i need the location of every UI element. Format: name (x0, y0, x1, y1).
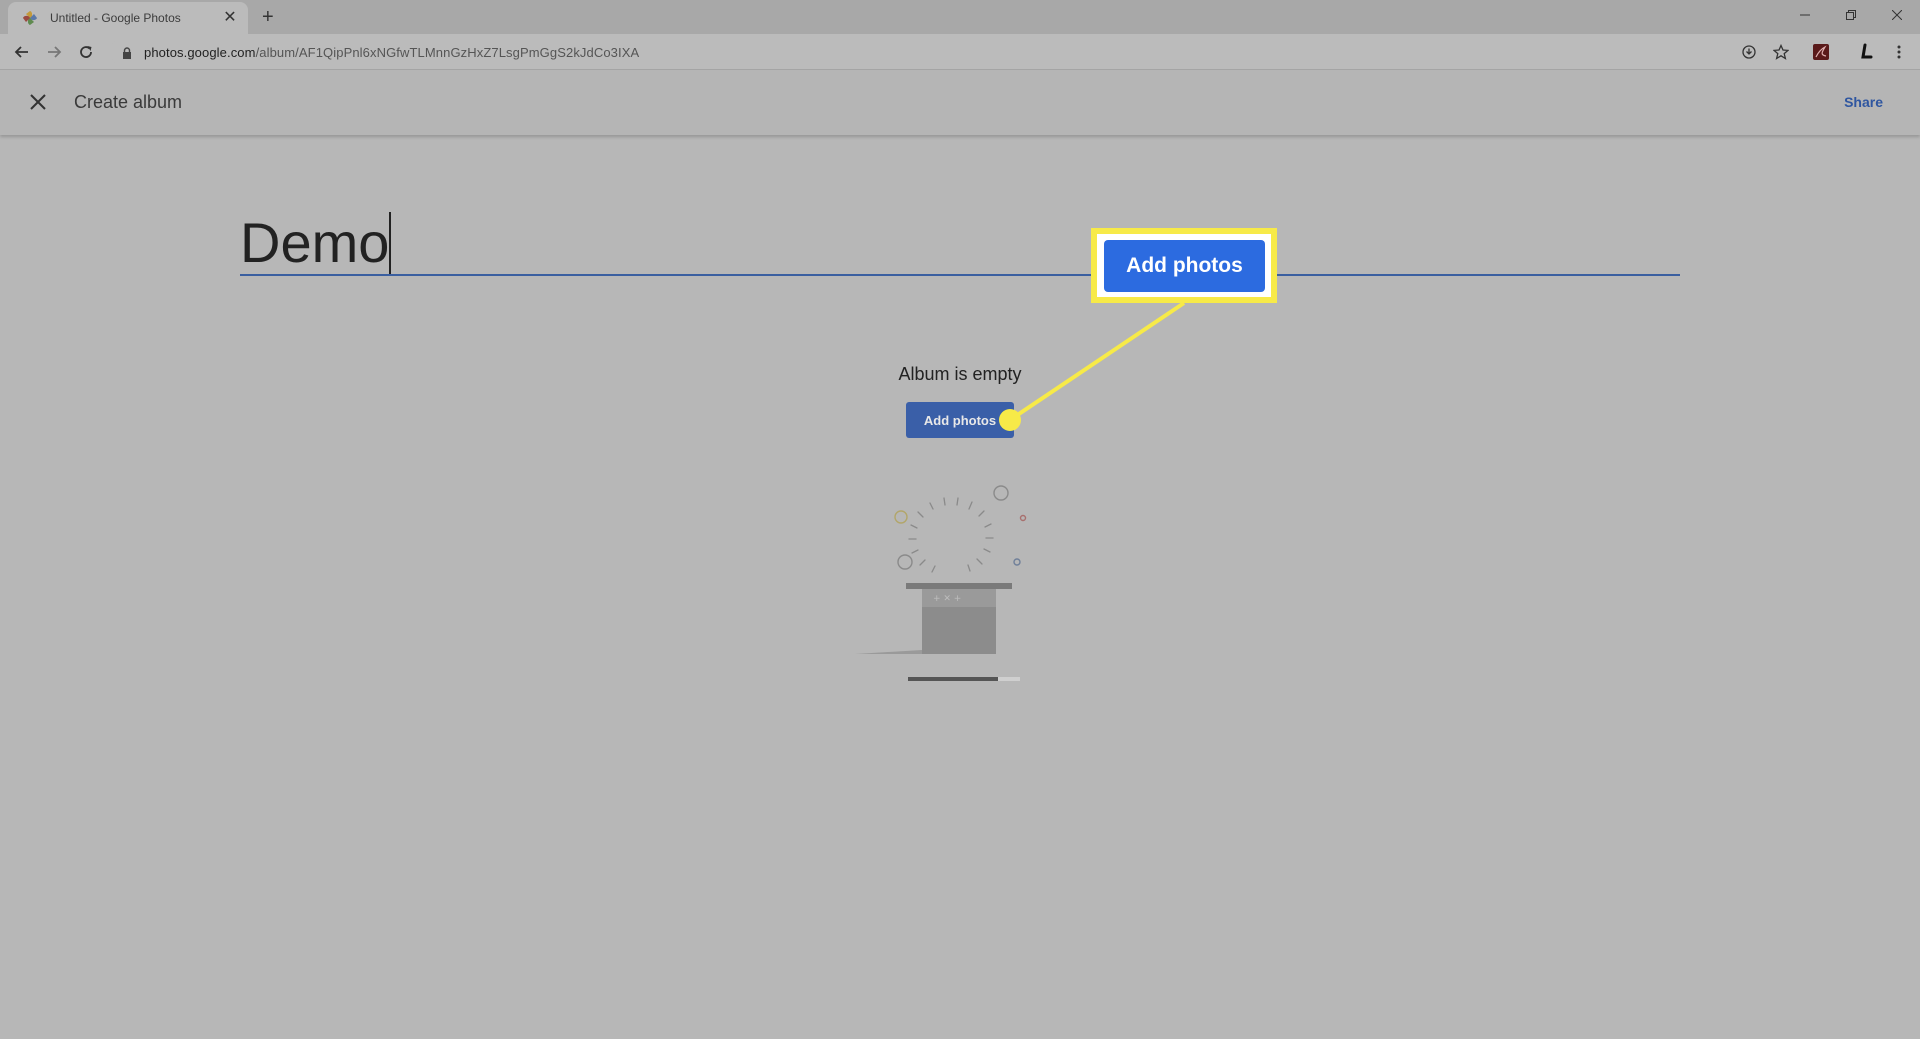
empty-album-illustration: + ✕ + (850, 480, 1040, 685)
album-title-input[interactable]: Demo (240, 203, 389, 283)
browser-tab-bar: Untitled - Google Photos ✕ + (0, 0, 1920, 34)
tab-title: Untitled - Google Photos (50, 11, 181, 25)
url-path: /album/AF1QipPnl6xNGfwTLMnnGzHxZ7LsgPmGg… (255, 44, 640, 60)
title-underline (240, 274, 1680, 276)
back-arrow-icon[interactable] (12, 42, 32, 62)
url-text: photos.google.com/album/AF1QipPnl6xNGfwT… (144, 45, 639, 60)
close-icon[interactable] (28, 92, 48, 112)
pdf-extension-icon[interactable] (1812, 43, 1830, 61)
profile-extension-icon[interactable] (1858, 43, 1876, 61)
empty-state-message: Album is empty (898, 364, 1022, 384)
lock-icon[interactable] (122, 46, 132, 59)
share-button[interactable]: Share (1844, 94, 1883, 110)
reload-icon[interactable] (76, 42, 96, 62)
callout-add-photos-button[interactable]: Add photos (1104, 240, 1265, 292)
new-tab-plus-icon[interactable]: + (262, 7, 274, 27)
app-header: Create album Share (0, 70, 1920, 135)
browser-toolbar: photos.google.com/album/AF1QipPnl6xNGfwT… (0, 34, 1920, 70)
bookmark-star-icon[interactable] (1772, 43, 1790, 61)
forward-arrow-icon[interactable] (44, 42, 64, 62)
window-close-icon[interactable] (1874, 0, 1920, 30)
install-app-icon[interactable] (1740, 43, 1758, 61)
page-title: Create album (74, 92, 183, 112)
text-caret (389, 212, 391, 274)
address-bar[interactable]: photos.google.com/album/AF1QipPnl6xNGfwT… (110, 37, 1760, 67)
url-host: photos.google.com (144, 44, 256, 60)
svg-text:+ ✕ +: + ✕ + (933, 594, 961, 604)
google-photos-favicon-icon (22, 10, 38, 26)
browser-menu-kebab-icon[interactable] (1890, 43, 1908, 61)
tab-close-icon[interactable]: ✕ (222, 10, 238, 26)
window-controls (1782, 0, 1920, 30)
browser-tab[interactable]: Untitled - Google Photos ✕ (8, 2, 248, 34)
restore-icon[interactable] (1828, 0, 1874, 30)
minimize-icon[interactable] (1782, 0, 1828, 30)
add-photos-button[interactable]: Add photos (906, 402, 1014, 438)
